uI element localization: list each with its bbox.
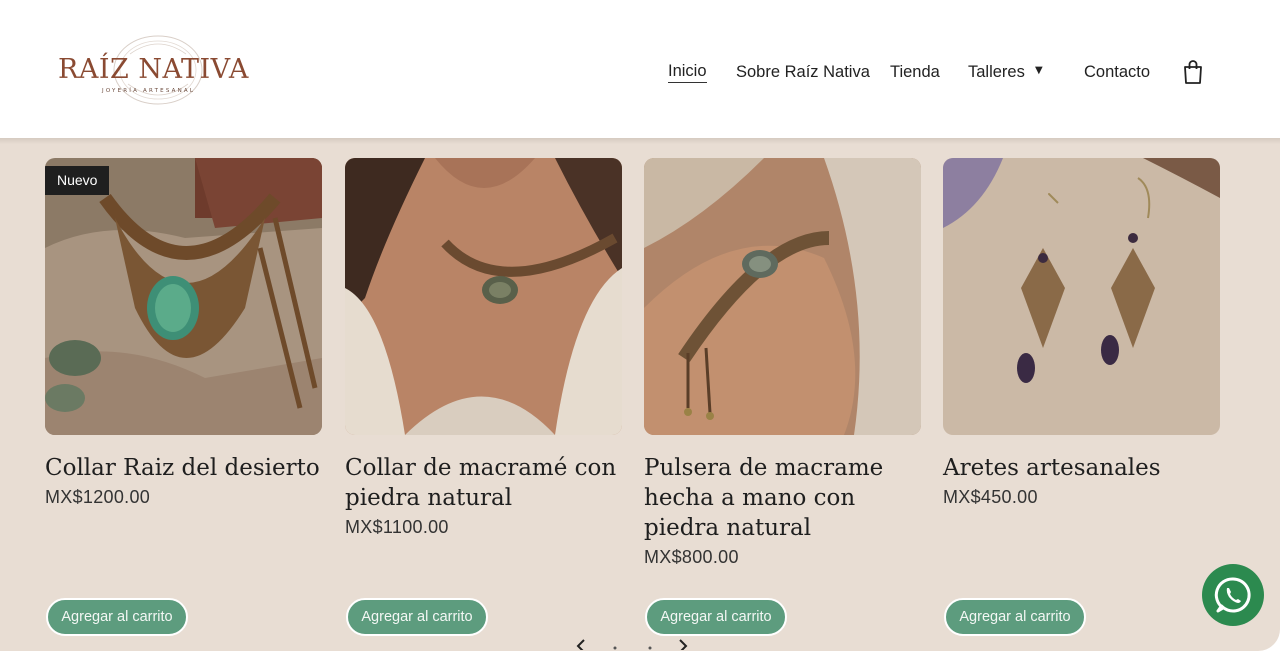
shopping-bag-icon[interactable] [1181,58,1205,86]
product-image[interactable] [345,158,622,435]
product-card: Aretes artesanales MX$450.00 Agregar al … [943,158,1220,636]
product-price: MX$450.00 [943,487,1038,507]
nav-item-contacto[interactable]: Contacto [1084,63,1150,82]
nav-item-tienda[interactable]: Tienda [890,63,940,82]
product-price: MX$1200.00 [45,487,151,507]
brand-name: RAÍZ NATIVA [58,54,249,85]
product-card: Pulsera de macrame hecha a mano con pied… [644,158,921,636]
necklace-on-model-image [345,158,622,435]
new-badge: Nuevo [45,166,110,195]
product-card: Collar de macramé con piedra natural MX$… [345,158,622,636]
product-image[interactable]: Nuevo [45,158,322,435]
product-image[interactable] [943,158,1220,435]
add-to-cart-button[interactable]: Agregar al carrito [46,598,188,636]
nav-item-talleres[interactable]: Talleres [968,63,1025,82]
bracelet-on-wrist-image [644,158,921,435]
whatsapp-glyph [1214,577,1251,613]
earrings-image [943,158,1220,435]
product-image[interactable] [644,158,921,435]
nav-item-sobre-raiz-nativa[interactable]: Sobre Raíz Nativa [736,63,870,82]
product-price: MX$800.00 [644,547,739,567]
header-shadow [0,138,1280,144]
product-title[interactable]: Aretes artesanales [943,453,1220,483]
brand-tagline: JOYERÍA ARTESANAL [102,88,196,94]
add-to-cart-button[interactable]: Agregar al carrito [944,598,1086,636]
add-to-cart-button[interactable]: Agregar al carrito [645,598,787,636]
chevron-right-icon[interactable] [679,639,688,650]
carousel-pager [576,639,688,650]
product-title[interactable]: Pulsera de macrame hecha a mano con pied… [644,453,921,543]
add-to-cart-button[interactable]: Agregar al carrito [346,598,488,636]
product-price: MX$1100.00 [345,517,449,537]
caret-down-icon[interactable]: ▼ [1035,65,1043,76]
product-title[interactable]: Collar de macramé con piedra natural [345,453,622,513]
product-carousel: Nuevo Collar Raiz del desierto MX$1200.0… [0,138,1280,651]
macrame-necklace-image [45,158,322,435]
chevron-left-icon[interactable] [576,639,585,650]
product-card: Nuevo Collar Raiz del desierto MX$1200.0… [45,158,322,636]
product-title[interactable]: Collar Raiz del desierto [45,453,322,483]
brand-logo[interactable]: RAÍZ NATIVA JOYERÍA ARTESANAL [52,32,262,112]
whatsapp-icon[interactable] [1202,564,1264,626]
site-header: RAÍZ NATIVA JOYERÍA ARTESANAL Inicio Sob… [0,0,1280,138]
nav-item-inicio[interactable]: Inicio [668,62,707,83]
